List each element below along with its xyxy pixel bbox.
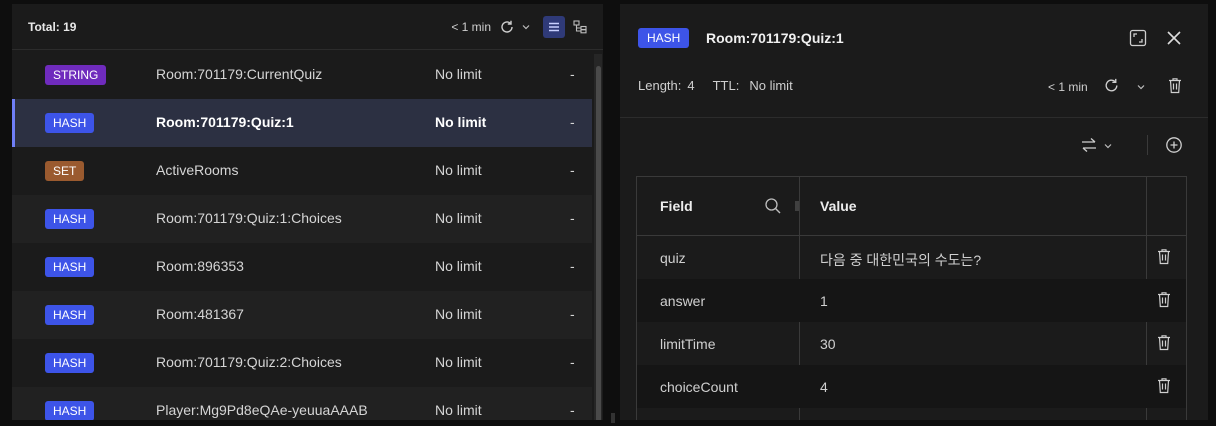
refresh-icon[interactable] [499,19,515,35]
value-cell[interactable]: 4 [820,379,828,395]
key-meta: Length: 4 TTL: No limit [638,78,799,93]
type-badge: HASH [45,401,95,420]
selection-indicator [12,99,15,147]
chevron-down-icon[interactable] [1136,82,1146,92]
key-row[interactable]: HASH Room:481367 No limit - [12,291,592,339]
table-row: answer 1 [637,279,1186,322]
field-cell: answer [660,293,706,309]
key-size: - [570,114,575,130]
type-badge: HASH [45,209,95,229]
key-ttl: No limit [435,114,487,130]
type-badge: SET [45,161,85,181]
type-badge: HASH [638,28,690,48]
total-count: Total: 19 [28,19,77,34]
key-name: Room:701179:Quiz:1:Choices [156,210,342,226]
key-ttl: No limit [435,258,482,274]
value-cell[interactable]: 1 [820,293,828,309]
ttl-value[interactable]: No limit [749,78,792,93]
chevron-down-icon[interactable] [1103,141,1113,151]
refresh-icon[interactable] [1103,77,1120,94]
key-ttl: No limit [435,306,482,322]
swap-arrows-icon[interactable] [1080,136,1098,154]
key-name: Player:Mg9Pd8eQAe-yeuuaAAAB [156,402,368,418]
list-view-icon[interactable] [543,16,565,38]
key-size: - [570,66,575,82]
key-name: Room:701179:Quiz:1 [156,114,294,130]
key-name: Room:481367 [156,306,244,322]
length-label: Length: [638,78,682,93]
section-divider [620,117,1208,118]
trash-icon[interactable] [1156,248,1172,265]
key-row[interactable]: HASH Room:701179:Quiz:1:Choices No limit… [12,195,592,243]
key-row-selected[interactable]: HASH Room:701179:Quiz:1 No limit - [12,99,592,147]
field-cell: quiz [660,250,686,266]
key-list-header: Total: 19 < 1 min [12,4,603,50]
key-size: - [570,354,575,370]
column-resize-handle[interactable] [795,201,799,211]
table-row: choiceCount 4 [637,365,1186,408]
key-ttl: No limit [435,162,482,178]
key-list-panel: Total: 19 < 1 min STRING Room:701179:Cur… [12,4,603,420]
close-icon[interactable] [1166,30,1182,46]
key-ttl: No limit [435,354,482,370]
last-refresh-label: < 1 min [451,20,491,34]
table-header: Field Value [637,177,1186,236]
trash-icon[interactable] [1156,334,1172,351]
key-row[interactable]: HASH Room:701179:Quiz:2:Choices No limit… [12,339,592,387]
key-ttl: No limit [435,402,482,418]
ttl-label: TTL: [712,78,740,93]
key-name: Room:896353 [156,258,244,274]
key-list: STRING Room:701179:CurrentQuiz No limit … [12,51,592,420]
key-name: ActiveRooms [156,162,239,178]
toolbar-separator [1147,135,1148,155]
key-row[interactable]: HASH Player:Mg9Pd8eQAe-yeuuaAAAB No limi… [12,387,592,420]
key-ttl: No limit [435,210,482,226]
value-cell[interactable]: 30 [820,336,836,352]
trash-icon[interactable] [1156,377,1172,394]
key-row[interactable]: STRING Room:701179:CurrentQuiz No limit … [12,51,592,99]
key-row[interactable]: SET ActiveRooms No limit - [12,147,592,195]
type-badge: HASH [45,257,95,277]
type-badge: HASH [45,305,95,325]
chevron-down-icon[interactable] [521,22,531,32]
key-size: - [570,402,575,418]
hash-fields-table: Field Value quiz 다음 중 대한민국의 수도는? answer … [636,176,1187,420]
tree-view-icon[interactable] [569,16,591,38]
value-cell[interactable]: 다음 중 대한민국의 수도는? [820,250,981,270]
length-value: 4 [687,78,695,93]
type-badge: HASH [45,353,95,373]
type-badge: STRING [45,65,107,85]
search-icon[interactable] [764,197,782,215]
trash-icon[interactable] [1167,77,1183,94]
key-row[interactable]: HASH Room:896353 No limit - [12,243,592,291]
type-badge: HASH [45,113,95,133]
key-name-title[interactable]: Room:701179:Quiz:1 [706,30,844,46]
plus-circle-icon[interactable] [1165,136,1183,154]
fullscreen-icon[interactable] [1129,29,1147,47]
value-column-header: Value [820,198,857,214]
last-refresh-label: < 1 min [1048,80,1088,94]
field-cell: choiceCount [660,379,738,395]
key-size: - [570,162,575,178]
table-row: quiz 다음 중 대한민국의 수도는? [637,236,1186,279]
key-size: - [570,306,575,322]
key-size: - [570,210,575,226]
field-cell: limitTime [660,336,716,352]
key-size: - [570,258,575,274]
panel-resize-handle[interactable] [611,410,615,423]
key-details-panel: HASH Room:701179:Quiz:1 Length: 4 TTL: No l… [620,4,1208,420]
key-ttl: No limit [435,66,482,82]
field-column-header: Field [660,198,693,214]
key-name: Room:701179:CurrentQuiz [156,66,323,82]
key-list-scrollbar-thumb[interactable] [596,66,601,420]
trash-icon[interactable] [1156,291,1172,308]
key-name: Room:701179:Quiz:2:Choices [156,354,342,370]
table-row: limitTime 30 [637,322,1186,365]
